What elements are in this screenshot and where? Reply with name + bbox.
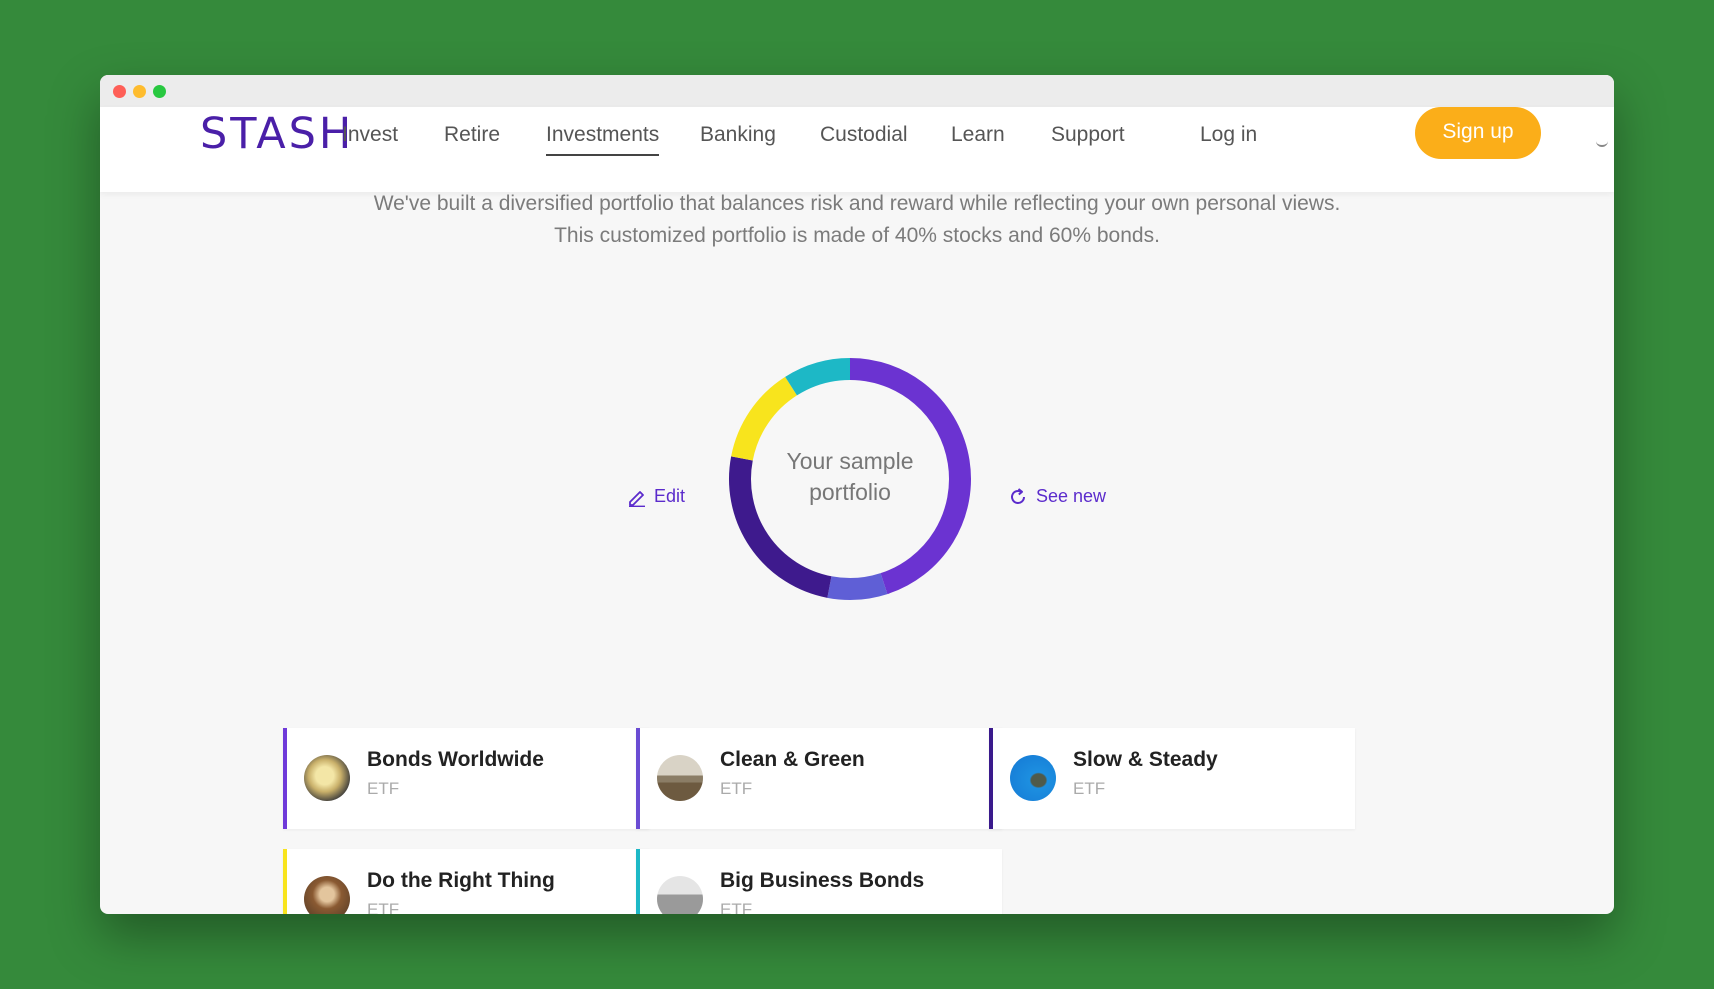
see-new-label: See new [1036, 486, 1107, 506]
edit-portfolio-button[interactable]: Edit [627, 486, 685, 507]
donut-center-line-1: Your sample [786, 448, 914, 474]
turtle-photo-icon [1010, 755, 1056, 801]
fund-card-do-the-right-thing[interactable]: Do the Right Thing ETF [283, 849, 649, 914]
fund-type: ETF [367, 779, 400, 798]
donut-segment-2 [827, 573, 888, 600]
fund-name: Do the Right Thing [367, 869, 555, 892]
fund-card-slow-steady[interactable]: Slow & Steady ETF [989, 728, 1355, 829]
donut-segment-5 [785, 358, 851, 396]
fund-card-clean-green[interactable]: Clean & Green ETF [636, 728, 1002, 829]
fund-name: Bonds Worldwide [367, 748, 544, 771]
stash-logo[interactable]: STASH [200, 109, 354, 159]
login-link[interactable]: Log in [1200, 117, 1257, 153]
coins-photo-icon [304, 755, 350, 801]
city-photo-icon [657, 876, 703, 914]
nav-link-investments[interactable]: Investments [546, 117, 660, 156]
signup-button[interactable]: Sign up [1415, 107, 1541, 159]
refresh-icon [1011, 487, 1025, 504]
close-window-button[interactable] [113, 85, 126, 98]
portfolio-intro-text: We've built a diversified portfolio that… [373, 192, 1341, 247]
fund-type: ETF [1073, 779, 1106, 798]
wind-farm-photo-icon [657, 755, 703, 801]
browser-window: STASH Invest Retire Investments Banking … [100, 75, 1614, 914]
top-navigation: STASH Invest Retire Investments Banking … [100, 107, 1614, 192]
nav-link-retire[interactable]: Retire [444, 117, 500, 153]
fund-card-big-business-bonds[interactable]: Big Business Bonds ETF [636, 849, 1002, 914]
nav-link-banking[interactable]: Banking [700, 117, 776, 153]
fund-type: ETF [720, 779, 753, 798]
fund-name: Slow & Steady [1073, 748, 1218, 771]
nav-link-learn[interactable]: Learn [951, 117, 1005, 153]
fund-name: Clean & Green [720, 748, 865, 771]
donut-center-line-2: portfolio [809, 479, 891, 505]
people-photo-icon [304, 876, 350, 914]
edit-label: Edit [654, 486, 686, 506]
fund-card-bonds-worldwide[interactable]: Bonds Worldwide ETF [283, 728, 649, 829]
minimize-window-button[interactable] [133, 85, 146, 98]
nav-link-support[interactable]: Support [1051, 117, 1125, 153]
nav-link-custodial[interactable]: Custodial [820, 117, 908, 153]
scroll-indicator-icon [1596, 139, 1608, 147]
window-titlebar [100, 75, 1614, 107]
pencil-icon [629, 490, 645, 507]
fund-type: ETF [367, 900, 400, 914]
maximize-window-button[interactable] [153, 85, 166, 98]
donut-center-label: Your sample portfolio [783, 446, 917, 508]
fund-name: Big Business Bonds [720, 869, 925, 892]
nav-link-invest[interactable]: Invest [342, 117, 398, 153]
see-new-portfolio-button[interactable]: See new [1009, 486, 1106, 507]
fund-type: ETF [720, 900, 753, 914]
